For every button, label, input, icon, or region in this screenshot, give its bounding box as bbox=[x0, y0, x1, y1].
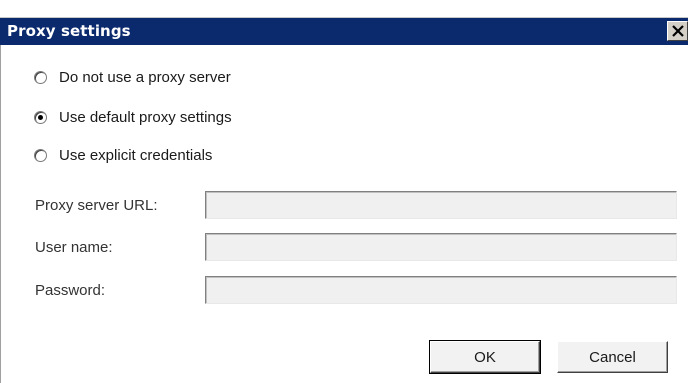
password-input[interactable] bbox=[205, 276, 677, 304]
radio-button-explicit-credentials[interactable] bbox=[34, 148, 47, 162]
proxy-settings-dialog: Proxy settings Do not use a proxy server… bbox=[0, 0, 688, 383]
ok-button[interactable]: OK bbox=[429, 340, 541, 374]
radio-button-no-proxy[interactable] bbox=[34, 70, 47, 84]
radio-label-no-proxy: Do not use a proxy server bbox=[59, 68, 231, 86]
radio-default-proxy[interactable]: Use default proxy settings bbox=[34, 107, 232, 127]
radio-no-proxy[interactable]: Do not use a proxy server bbox=[34, 67, 231, 87]
dialog-title: Proxy settings bbox=[7, 22, 131, 40]
close-button[interactable] bbox=[667, 21, 688, 41]
dialog-left-edge bbox=[0, 45, 1, 383]
username-input[interactable] bbox=[205, 233, 677, 261]
radio-button-default-proxy[interactable] bbox=[34, 110, 47, 124]
proxy-url-label: Proxy server URL: bbox=[35, 197, 158, 214]
username-label: User name: bbox=[35, 239, 113, 256]
radio-label-explicit-credentials: Use explicit credentials bbox=[59, 146, 213, 164]
radio-explicit-credentials[interactable]: Use explicit credentials bbox=[34, 145, 212, 165]
password-label: Password: bbox=[35, 282, 106, 299]
proxy-url-input[interactable] bbox=[205, 191, 677, 219]
title-bar[interactable]: Proxy settings bbox=[0, 18, 688, 45]
radio-label-default-proxy: Use default proxy settings bbox=[59, 108, 232, 126]
cancel-button[interactable]: Cancel bbox=[557, 341, 668, 373]
close-icon bbox=[672, 25, 684, 37]
